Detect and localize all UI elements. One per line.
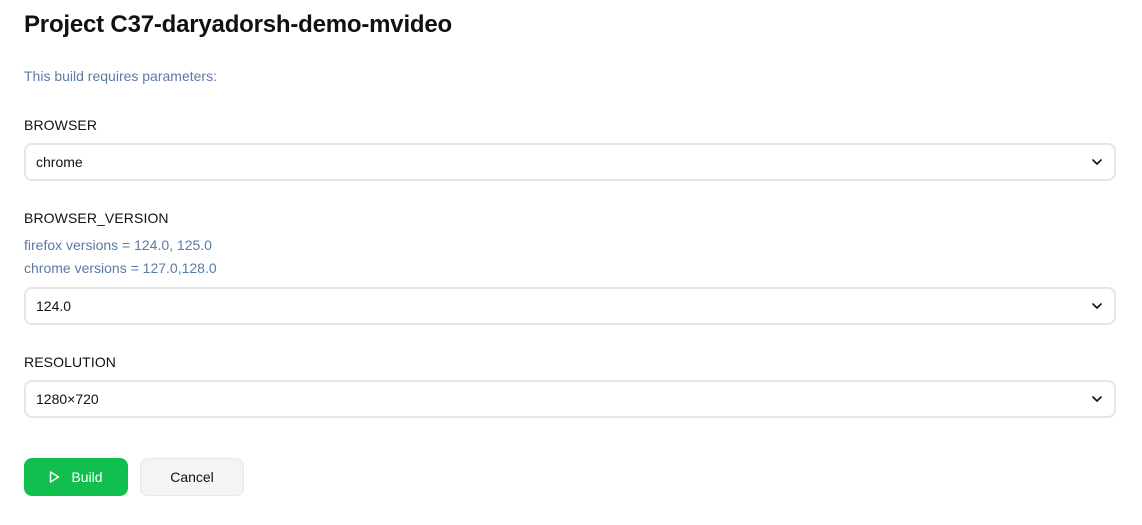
- browser-version-select[interactable]: 124.0: [24, 287, 1116, 325]
- browser-label: BROWSER: [24, 117, 98, 133]
- chevron-down-icon: [1092, 159, 1102, 165]
- build-parameters-page: Project C37-daryadorsh-demo-mvideo This …: [0, 0, 1142, 525]
- browser-version-select-value: 124.0: [36, 298, 72, 314]
- resolution-select-value: 1280×720: [36, 391, 99, 407]
- browser-select[interactable]: chrome: [24, 143, 1116, 181]
- build-button-label: Build: [71, 469, 103, 485]
- resolution-label: RESOLUTION: [24, 354, 117, 370]
- build-intro-text: This build requires parameters:: [24, 68, 217, 84]
- chevron-down-icon: [1092, 396, 1102, 402]
- resolution-select[interactable]: 1280×720: [24, 380, 1116, 418]
- browser-select-value: chrome: [36, 154, 83, 170]
- cancel-button-label: Cancel: [170, 469, 214, 485]
- browser-version-help-line: firefox versions = 124.0, 125.0: [24, 237, 212, 253]
- browser-version-help-line: chrome versions = 127.0,128.0: [24, 260, 217, 276]
- cancel-button[interactable]: Cancel: [140, 458, 244, 496]
- chevron-down-icon: [1092, 303, 1102, 309]
- play-icon: [50, 471, 60, 483]
- build-button[interactable]: Build: [24, 458, 128, 496]
- browser-version-label: BROWSER_VERSION: [24, 210, 169, 226]
- page-title: Project C37-daryadorsh-demo-mvideo: [24, 11, 452, 38]
